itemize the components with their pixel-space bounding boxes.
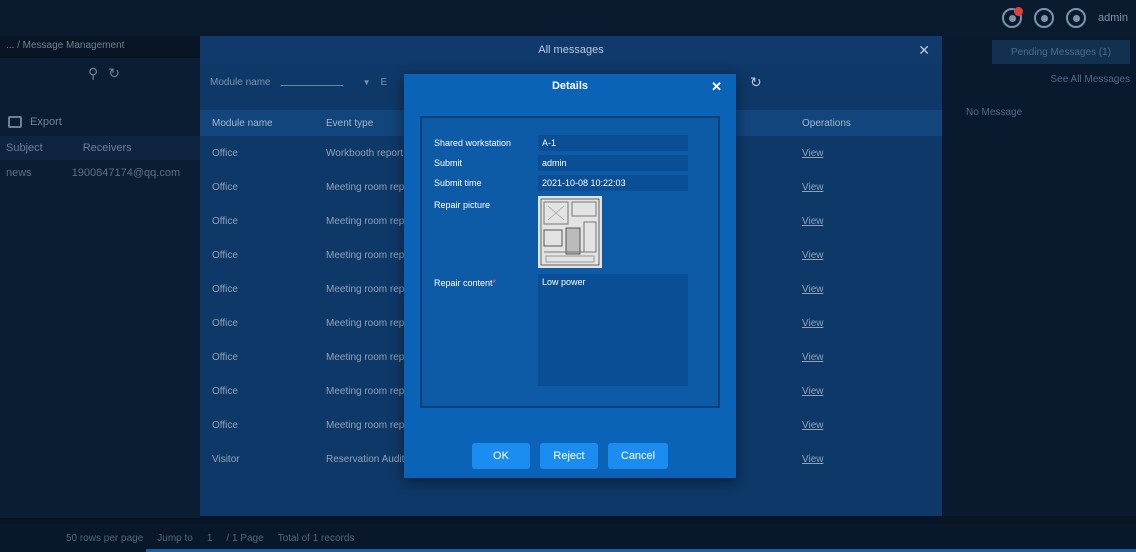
reject-button[interactable]: Reject bbox=[540, 443, 598, 469]
total-records: Total of 1 records bbox=[277, 532, 355, 544]
row-module: Office bbox=[212, 181, 238, 193]
ok-button[interactable]: OK bbox=[472, 443, 530, 469]
submit-label: Submit bbox=[434, 158, 463, 168]
export-label: Export bbox=[30, 116, 62, 128]
no-message-text: No Message bbox=[966, 107, 1023, 118]
notification-icon[interactable] bbox=[1002, 7, 1024, 28]
export-icon bbox=[8, 116, 22, 128]
shared-workstation-field: A-1 bbox=[538, 135, 688, 151]
background-right-panel: Pending Messages (1) See All Messages No… bbox=[942, 36, 1136, 516]
repair-picture-thumbnail[interactable] bbox=[538, 196, 602, 268]
view-link[interactable]: View bbox=[802, 284, 824, 295]
view-link[interactable]: View bbox=[802, 454, 824, 465]
view-link[interactable]: View bbox=[802, 216, 824, 227]
user-avatar-icon[interactable] bbox=[1066, 8, 1087, 28]
chevron-down-icon[interactable]: ▼ bbox=[363, 78, 371, 87]
close-icon[interactable]: ✕ bbox=[711, 79, 722, 95]
bg-row-subject: news bbox=[6, 167, 32, 179]
view-link[interactable]: View bbox=[802, 386, 824, 397]
view-link[interactable]: View bbox=[802, 250, 824, 261]
submit-time-field: 2021-10-08 10:22:03 bbox=[538, 175, 688, 191]
top-bar: admin bbox=[0, 0, 1136, 36]
module-filter-select[interactable] bbox=[280, 78, 343, 86]
row-module: Visitor bbox=[212, 453, 240, 465]
username[interactable]: admin bbox=[1098, 12, 1128, 24]
repair-content-label-text: Repair content bbox=[434, 278, 493, 288]
view-link[interactable]: View bbox=[802, 352, 824, 363]
row-module: Office bbox=[212, 147, 238, 159]
top-icons: admin bbox=[1002, 7, 1128, 28]
rows-per-page-select[interactable]: 50 rows per page bbox=[66, 533, 143, 544]
bg-col-subject: Subject bbox=[6, 142, 43, 154]
row-module: Office bbox=[212, 317, 238, 329]
all-messages-title: All messages bbox=[538, 44, 604, 56]
refresh-icon[interactable]: ↻ bbox=[750, 74, 762, 91]
row-module: Office bbox=[212, 249, 238, 261]
shared-workstation-label: Shared workstation bbox=[434, 138, 512, 148]
repair-content-label: Repair content* bbox=[434, 278, 496, 288]
details-title: Details bbox=[551, 80, 589, 92]
bg-search-row: ⚲ ↻ bbox=[0, 58, 200, 88]
col-operations: Operations bbox=[802, 117, 851, 129]
bg-table-header: Subject Receivers bbox=[0, 136, 200, 160]
pagination-bar: 50 rows per page Jump to 1 / 1 Page Tota… bbox=[0, 524, 1136, 552]
all-messages-header: All messages ✕ bbox=[200, 36, 942, 64]
col-module-name: Module name bbox=[212, 117, 273, 129]
cancel-button[interactable]: Cancel bbox=[608, 443, 668, 469]
see-all-messages-link[interactable]: See All Messages bbox=[942, 74, 1136, 85]
close-icon[interactable]: ✕ bbox=[918, 42, 930, 59]
breadcrumb: ... / Message Management bbox=[6, 40, 125, 51]
row-module: Office bbox=[212, 419, 238, 431]
view-link[interactable]: View bbox=[802, 148, 824, 159]
required-asterisk: * bbox=[492, 278, 497, 288]
view-link[interactable]: View bbox=[802, 318, 824, 329]
menu-icon[interactable] bbox=[1034, 8, 1055, 28]
submit-time-label: Submit time bbox=[434, 178, 482, 188]
details-panel: Shared workstation A-1 Submit admin Subm… bbox=[420, 116, 720, 408]
event-filter-label: E bbox=[380, 76, 388, 88]
refresh-icon[interactable]: ↻ bbox=[108, 65, 120, 82]
pending-messages-button[interactable]: Pending Messages (1) bbox=[992, 40, 1130, 64]
search-icon[interactable]: ⚲ bbox=[88, 65, 98, 82]
repair-content-textarea[interactable]: Low power bbox=[538, 274, 688, 386]
details-header: Details ✕ bbox=[404, 74, 736, 98]
module-filter-label: Module name bbox=[210, 76, 271, 88]
details-buttons: OK Reject Cancel bbox=[404, 443, 736, 469]
bg-col-receivers: Receivers bbox=[82, 142, 132, 154]
background-message-list: ⚲ ↻ Export Subject Receivers news 190084… bbox=[0, 58, 200, 518]
notification-dot bbox=[1014, 7, 1024, 16]
page-count: / 1 Page bbox=[226, 532, 264, 544]
page-input[interactable]: 1 bbox=[207, 533, 213, 544]
submit-field: admin bbox=[538, 155, 688, 171]
repair-picture-label: Repair picture bbox=[434, 200, 491, 210]
view-link[interactable]: View bbox=[802, 420, 824, 431]
details-dialog: Details ✕ Shared workstation A-1 Submit … bbox=[404, 74, 736, 478]
row-module: Office bbox=[212, 283, 238, 295]
jump-to-label: Jump to bbox=[157, 532, 193, 544]
bg-table-row[interactable]: news 1900847174@qq.com bbox=[0, 160, 200, 186]
view-link[interactable]: View bbox=[802, 182, 824, 193]
floorplan-image-icon bbox=[538, 196, 602, 268]
row-module: Office bbox=[212, 385, 238, 397]
row-module: Office bbox=[212, 351, 238, 363]
bg-row-receiver: 1900847174@qq.com bbox=[71, 167, 181, 179]
row-module: Office bbox=[212, 215, 238, 227]
export-button[interactable]: Export bbox=[0, 108, 200, 136]
